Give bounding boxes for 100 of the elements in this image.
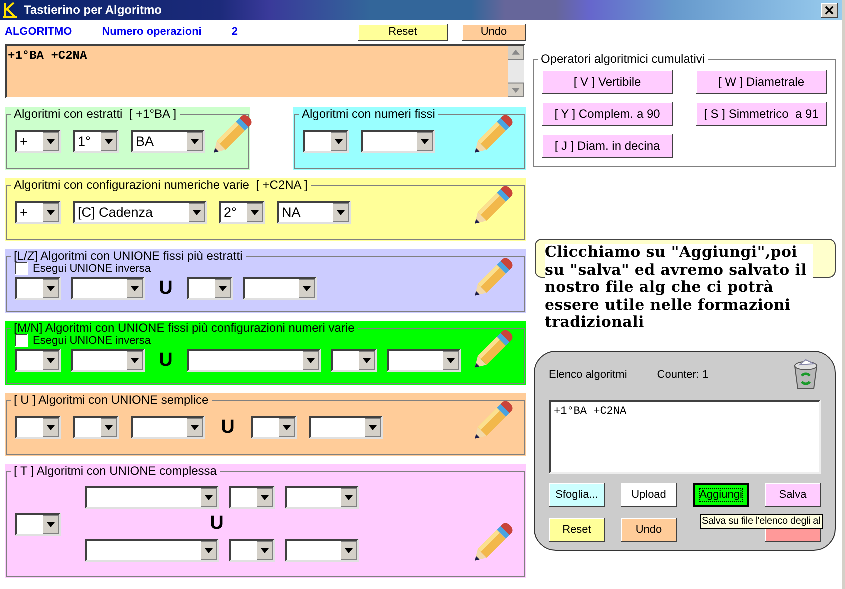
caret-icon (443, 351, 459, 370)
scrollbar (508, 46, 524, 97)
panel-title: Algoritmi con configurazioni numeriche varie [ +C2NA ] (13, 178, 309, 192)
caret-icon (359, 351, 375, 370)
caret-icon (299, 279, 315, 298)
expression-field[interactable]: +1°BA +C2NA (5, 44, 526, 99)
dropdown[interactable] (15, 512, 61, 536)
caret-icon (43, 279, 59, 298)
operator-button[interactable]: [ J ] Diam. in decina (542, 134, 673, 158)
action-button[interactable]: Undo (621, 518, 677, 542)
operator-button[interactable]: [ W ] Diametrale (696, 70, 827, 94)
caret-icon (43, 418, 59, 437)
union-symbol: U (209, 513, 225, 535)
caret-icon (257, 488, 273, 507)
action-button[interactable]: Aggiungi (693, 483, 749, 507)
caret-icon (417, 132, 433, 151)
caret-icon (43, 132, 59, 151)
caret-icon (257, 541, 273, 560)
union-symbol: U (158, 350, 174, 372)
dropdown[interactable] (187, 277, 233, 300)
reset-button[interactable]: Reset (358, 24, 448, 40)
caret-icon (279, 418, 295, 437)
caret-icon (43, 203, 59, 222)
union-symbol: U (220, 416, 236, 438)
dropdown[interactable] (229, 486, 275, 509)
dropdown[interactable] (303, 130, 349, 153)
operator-button[interactable]: [ S ] Simmetrico a 91 (696, 102, 827, 126)
caret-icon (215, 279, 231, 298)
dropdown[interactable] (15, 416, 61, 439)
tooltip: Salva su file l'elenco degli al (700, 514, 823, 529)
panel-title: Algoritmi con estratti [ +1°BA ] (13, 107, 178, 121)
dropdown[interactable] (285, 486, 359, 509)
dropdown[interactable] (85, 539, 219, 562)
caret-icon (187, 418, 203, 437)
dropdown[interactable] (331, 349, 377, 372)
dropdown[interactable] (131, 416, 205, 439)
caret-icon (247, 203, 263, 222)
caret-icon (187, 132, 203, 151)
caret-icon (331, 132, 347, 151)
panel-title: [L/Z] Algoritmi con UNIONE fissi più estratti (13, 249, 244, 263)
dropdown[interactable] (85, 486, 219, 509)
count-value: 2 (232, 26, 238, 38)
action-button[interactable]: Upload (621, 483, 677, 507)
caret-icon (127, 279, 143, 298)
close-button[interactable] (821, 2, 838, 18)
dropdown[interactable] (285, 539, 359, 562)
dropdown[interactable] (309, 416, 383, 439)
undo-button[interactable]: Undo (462, 24, 526, 40)
dropdown[interactable] (243, 277, 317, 300)
dropdown[interactable]: + (15, 130, 61, 153)
caret-icon (101, 132, 117, 151)
list-title: Elenco algoritmi (549, 369, 628, 381)
dropdown[interactable] (15, 349, 61, 372)
caret-icon (43, 351, 59, 370)
section-label: ALGORITMO (5, 26, 72, 38)
panel-title: [ U ] Algoritmi con UNIONE semplice (13, 393, 210, 407)
panel-title: Algoritmi con numeri fissi (301, 107, 436, 121)
dropdown[interactable] (71, 349, 145, 372)
action-button[interactable]: Sfoglia... (549, 483, 605, 507)
dropdown[interactable]: + (15, 201, 61, 224)
checkbox[interactable] (15, 334, 28, 347)
dropdown[interactable]: [C] Cadenza (73, 201, 207, 224)
caret-icon (365, 418, 381, 437)
dropdown[interactable] (71, 277, 145, 300)
dropdown[interactable]: NA (277, 201, 351, 224)
operator-button[interactable]: [ V ] Vertibile (542, 70, 673, 94)
close-icon (825, 6, 834, 14)
action-button[interactable]: Reset (549, 518, 605, 542)
union-symbol: U (158, 278, 174, 300)
caret-icon (201, 488, 217, 507)
dropdown[interactable] (73, 416, 119, 439)
dropdown[interactable] (229, 539, 275, 562)
counter-label: Counter: 1 (657, 369, 709, 381)
checkbox[interactable] (15, 262, 28, 275)
dropdown[interactable]: 1° (73, 130, 119, 153)
dropdown[interactable] (361, 130, 435, 153)
checkbox-label: Esegui UNIONE inversa (33, 334, 151, 346)
caret-icon (127, 351, 143, 370)
panel-title: [ T ] Algoritmi con UNIONE complessa (13, 464, 218, 478)
caret-icon (303, 351, 319, 370)
dropdown[interactable]: 2° (219, 201, 265, 224)
list-field[interactable]: +1°BA +C2NA (549, 400, 821, 474)
operator-button[interactable]: [ Y ] Complem. a 90 (542, 102, 673, 126)
dropdown[interactable]: BA (131, 130, 205, 153)
caret-icon (201, 541, 217, 560)
dropdown[interactable] (251, 416, 297, 439)
caret-icon (333, 203, 349, 222)
checkbox-label: Esegui UNIONE inversa (33, 262, 151, 274)
caret-icon (341, 488, 357, 507)
dropdown[interactable] (187, 349, 321, 372)
panel-title: [M/N] Algoritmi con UNIONE fissi più configurazioni numeri varie (13, 321, 356, 335)
count-label: Numero operazioni (102, 26, 202, 38)
caret-icon (189, 203, 205, 222)
window-title: Tastierino per Algoritmo (24, 3, 164, 17)
dropdown[interactable] (387, 349, 461, 372)
dropdown[interactable] (15, 277, 61, 300)
app-icon (2, 2, 18, 18)
group-title: Operatori algoritmici cumulativi (540, 52, 706, 66)
action-button[interactable]: Salva (765, 483, 821, 507)
caret-icon (341, 541, 357, 560)
